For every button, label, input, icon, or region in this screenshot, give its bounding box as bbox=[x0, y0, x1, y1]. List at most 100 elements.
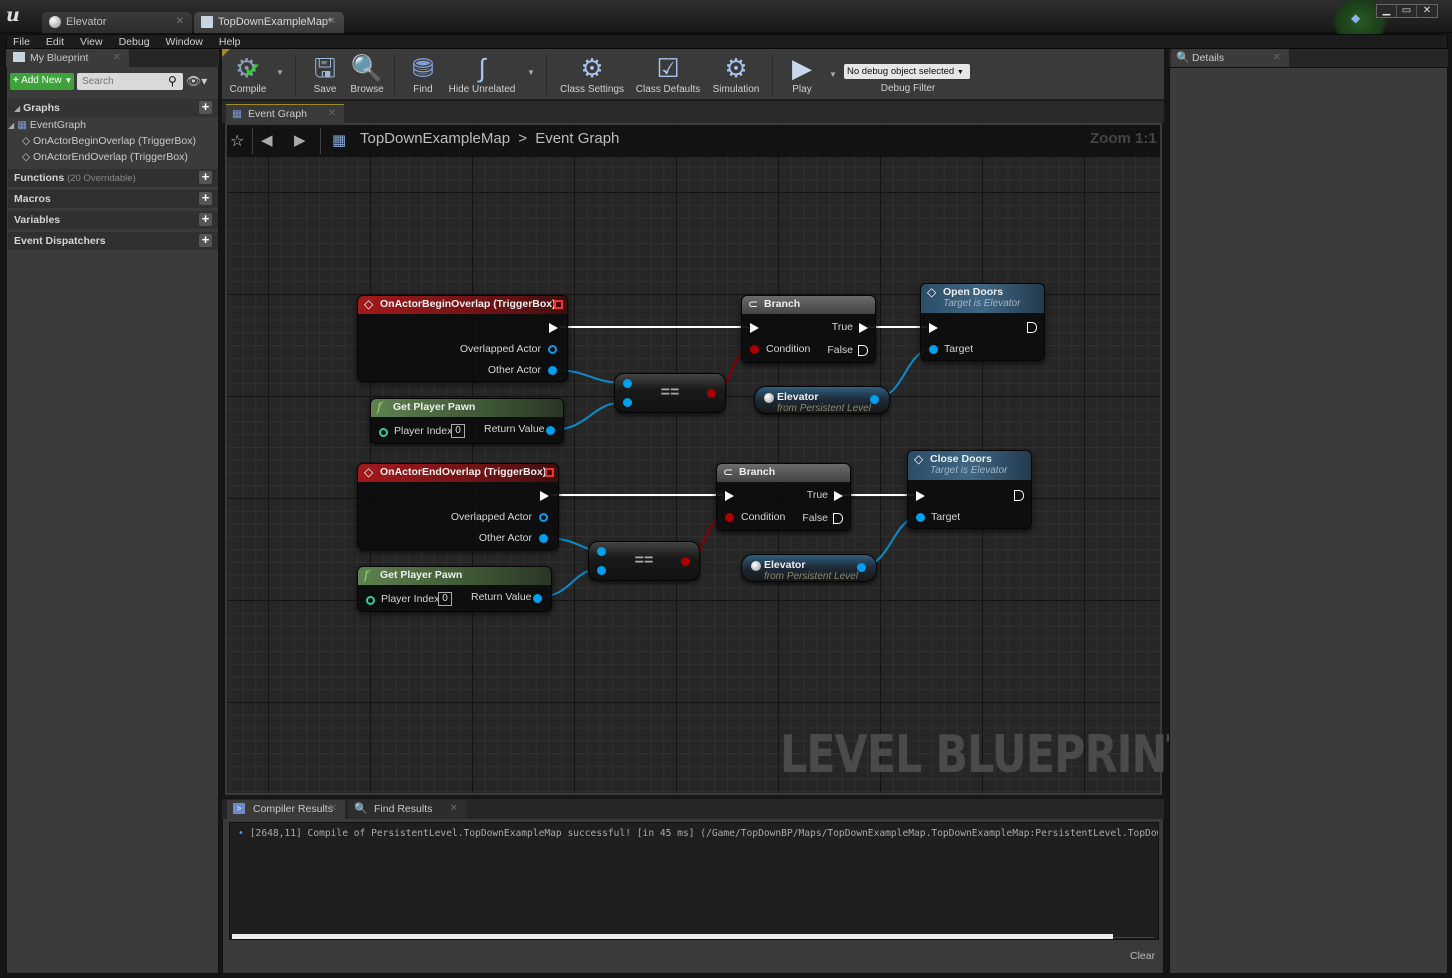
pin-label: False bbox=[802, 512, 828, 524]
overlapped-actor-pin[interactable] bbox=[548, 345, 557, 354]
node-equals[interactable]: == bbox=[588, 541, 700, 581]
node-header: f Get Player Pawn bbox=[371, 399, 563, 417]
pin-label: Player Index bbox=[381, 593, 440, 605]
node-header: ⊂ Branch bbox=[717, 464, 850, 482]
pin-label: Other Actor bbox=[487, 364, 541, 376]
node-title: Get Player Pawn bbox=[380, 569, 463, 581]
node-subtitle: from Persistent Level bbox=[777, 403, 871, 414]
clear-button[interactable]: Clear bbox=[1130, 950, 1155, 962]
delegate-pin-icon[interactable] bbox=[554, 300, 563, 309]
close-tab-icon[interactable]: ✕ bbox=[329, 803, 337, 814]
node-title: OnActorBeginOverlap (TriggerBox) bbox=[380, 298, 556, 310]
exec-in-pin[interactable] bbox=[750, 323, 759, 333]
tab-label: Find Results bbox=[374, 803, 433, 815]
node-header: ◇ Open Doors Target is Elevator bbox=[921, 284, 1044, 313]
exec-out-pin[interactable] bbox=[1027, 322, 1037, 333]
node-on-actor-end-overlap[interactable]: ◇ OnActorEndOverlap (TriggerBox) Overlap… bbox=[357, 463, 559, 550]
node-on-actor-begin-overlap[interactable]: ◇ OnActorBeginOverlap (TriggerBox) Overl… bbox=[357, 295, 568, 382]
node-title: Close Doors bbox=[930, 453, 992, 465]
event-diamond-icon: ◇ bbox=[364, 465, 374, 479]
node-title: Get Player Pawn bbox=[393, 401, 476, 413]
pin-label: Return Value bbox=[484, 423, 545, 435]
close-tab-icon[interactable]: ✕ bbox=[1273, 52, 1281, 63]
compiler-log: • [2648,11] Compile of PersistentLevel.To… bbox=[229, 822, 1159, 940]
equals-input-a-pin[interactable] bbox=[597, 547, 606, 556]
exec-in-pin[interactable] bbox=[725, 491, 734, 501]
node-subtitle: Target is Elevator bbox=[943, 298, 1021, 309]
details-panel bbox=[1169, 67, 1448, 974]
other-actor-pin[interactable] bbox=[539, 534, 548, 543]
function-call-icon: ◇ bbox=[914, 452, 924, 466]
exec-out-pin[interactable] bbox=[549, 323, 558, 333]
false-exec-pin[interactable] bbox=[858, 345, 868, 356]
pin-label: True bbox=[806, 489, 828, 501]
pin-label: Overlapped Actor bbox=[450, 511, 532, 523]
tab-label: Details bbox=[1192, 52, 1225, 64]
branch-icon: ⊂ bbox=[748, 297, 759, 311]
node-get-player-pawn[interactable]: f Get Player Pawn Player Index 0 Return … bbox=[357, 566, 552, 612]
return-value-pin[interactable] bbox=[546, 426, 555, 435]
equals-output-pin[interactable] bbox=[707, 389, 716, 398]
pin-label: Condition bbox=[766, 343, 811, 355]
branch-icon: ⊂ bbox=[723, 465, 734, 479]
exec-out-pin[interactable] bbox=[540, 491, 549, 501]
elevator-output-pin[interactable] bbox=[857, 563, 866, 572]
pin-label: Player Index bbox=[394, 425, 453, 437]
exec-in-pin[interactable] bbox=[916, 491, 925, 501]
elevator-output-pin[interactable] bbox=[870, 395, 879, 404]
node-close-doors[interactable]: ◇ Close Doors Target is Elevator Target bbox=[907, 450, 1032, 529]
node-branch[interactable]: ⊂ Branch True Condition False bbox=[716, 463, 851, 531]
exec-in-pin[interactable] bbox=[929, 323, 938, 333]
node-header: ⊂ Branch bbox=[742, 296, 875, 314]
node-equals[interactable]: == bbox=[614, 373, 726, 413]
tab-find-results[interactable]: 🔍 Find Results ✕ bbox=[348, 800, 466, 819]
tab-label: Compiler Results bbox=[253, 803, 333, 815]
condition-pin[interactable] bbox=[725, 513, 734, 522]
node-subtitle: Target is Elevator bbox=[930, 465, 1008, 476]
node-branch[interactable]: ⊂ Branch True Condition False bbox=[741, 295, 876, 363]
true-exec-pin[interactable] bbox=[859, 323, 868, 333]
node-get-player-pawn[interactable]: f Get Player Pawn Player Index 0 Return … bbox=[370, 398, 564, 444]
pin-label: Return Value bbox=[471, 591, 532, 603]
node-elevator-reference[interactable]: Elevator from Persistent Level bbox=[754, 386, 890, 414]
pin-label: Condition bbox=[741, 511, 786, 523]
player-index-input[interactable]: 0 bbox=[451, 424, 465, 438]
overlapped-actor-pin[interactable] bbox=[539, 513, 548, 522]
horizontal-scrollbar[interactable] bbox=[232, 934, 1113, 939]
pin-label: True bbox=[831, 321, 853, 333]
pin-label: Overlapped Actor bbox=[459, 343, 541, 355]
false-exec-pin[interactable] bbox=[833, 513, 843, 524]
node-open-doors[interactable]: ◇ Open Doors Target is Elevator Target bbox=[920, 283, 1045, 361]
node-header: ◇ Close Doors Target is Elevator bbox=[908, 451, 1031, 480]
node-header: ◇ OnActorBeginOverlap (TriggerBox) bbox=[358, 296, 567, 314]
function-icon: f bbox=[377, 400, 382, 414]
node-title: Branch bbox=[764, 298, 801, 310]
node-title: Elevator bbox=[777, 391, 819, 403]
compiler-results-icon: > bbox=[233, 803, 245, 814]
node-elevator-reference[interactable]: Elevator from Persistent Level bbox=[741, 554, 877, 582]
close-tab-icon[interactable]: ✕ bbox=[450, 803, 458, 814]
condition-pin[interactable] bbox=[750, 345, 759, 354]
equals-input-b-pin[interactable] bbox=[623, 398, 632, 407]
exec-out-pin[interactable] bbox=[1014, 490, 1024, 501]
other-actor-pin[interactable] bbox=[548, 366, 557, 375]
details-info-icon: 🔍 bbox=[1176, 52, 1190, 64]
tab-details[interactable]: 🔍 Details ✕ bbox=[1171, 49, 1289, 67]
log-line: [2648,11] Compile of PersistentLevel.Top… bbox=[249, 828, 1159, 839]
equals-input-b-pin[interactable] bbox=[597, 566, 606, 575]
actor-sphere-icon bbox=[751, 561, 761, 571]
player-index-input[interactable]: 0 bbox=[438, 592, 452, 606]
tab-compiler-results[interactable]: > Compiler Results ✕ bbox=[227, 800, 345, 819]
target-pin[interactable] bbox=[929, 345, 938, 354]
equals-input-a-pin[interactable] bbox=[623, 379, 632, 388]
equals-operator: == bbox=[660, 384, 680, 401]
true-exec-pin[interactable] bbox=[834, 491, 843, 501]
equals-output-pin[interactable] bbox=[681, 557, 690, 566]
pin-label: False bbox=[827, 344, 853, 356]
target-pin[interactable] bbox=[916, 513, 925, 522]
player-index-pin[interactable] bbox=[366, 596, 375, 605]
delegate-pin-icon[interactable] bbox=[545, 468, 554, 477]
player-index-pin[interactable] bbox=[379, 428, 388, 437]
return-value-pin[interactable] bbox=[533, 594, 542, 603]
node-title: Branch bbox=[739, 466, 776, 478]
